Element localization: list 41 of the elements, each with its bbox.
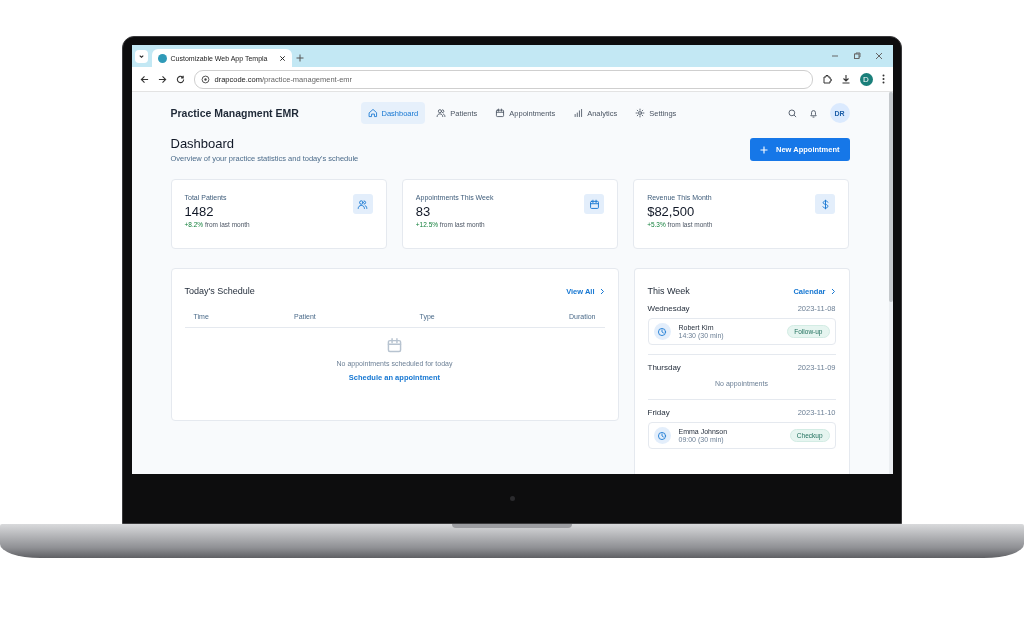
forward-arrow-icon[interactable] bbox=[157, 74, 167, 84]
chevron-down-icon bbox=[137, 53, 145, 60]
tab-list-button[interactable] bbox=[134, 50, 148, 63]
search-icon[interactable] bbox=[787, 108, 797, 118]
day-name: Wednesday bbox=[647, 304, 690, 313]
site-logo-icon bbox=[157, 53, 167, 63]
calendar-icon bbox=[588, 198, 600, 210]
chevron-right-icon bbox=[830, 287, 836, 295]
app-title: Practice Managment EMR bbox=[170, 107, 300, 119]
day-name: Thursday bbox=[647, 363, 681, 372]
card-title: Today's Schedule bbox=[184, 286, 255, 296]
bar-chart-icon bbox=[573, 108, 584, 118]
clock-icon bbox=[657, 326, 667, 337]
stat-value: 1482 bbox=[184, 204, 215, 219]
download-icon[interactable] bbox=[840, 74, 851, 84]
more-options-icon[interactable] bbox=[881, 74, 885, 84]
reload-icon[interactable] bbox=[175, 74, 185, 84]
home-icon bbox=[367, 108, 378, 118]
people-icon bbox=[357, 198, 369, 210]
profile-avatar[interactable]: D bbox=[859, 72, 873, 86]
page-heading: Dashboard bbox=[170, 136, 236, 152]
calendar-icon bbox=[495, 108, 506, 118]
dollar-icon bbox=[820, 198, 831, 210]
day-name: Friday bbox=[647, 408, 670, 417]
card-title: This Week bbox=[647, 286, 690, 296]
people-icon bbox=[436, 108, 447, 118]
scrollbar[interactable] bbox=[888, 92, 893, 474]
camera-dot bbox=[509, 496, 515, 501]
clock-icon bbox=[657, 430, 667, 441]
restore-icon[interactable] bbox=[852, 52, 861, 60]
bell-icon[interactable] bbox=[808, 108, 818, 118]
plus-icon bbox=[760, 145, 769, 154]
chevron-right-icon bbox=[599, 287, 605, 295]
site-info-icon bbox=[200, 74, 210, 84]
new-tab-icon[interactable] bbox=[295, 54, 304, 62]
settings-icon bbox=[635, 108, 646, 118]
back-arrow-icon[interactable] bbox=[139, 74, 149, 84]
calendar-icon bbox=[386, 337, 403, 354]
stat-value: $82,500 bbox=[647, 204, 696, 219]
close-icon[interactable] bbox=[278, 54, 286, 62]
stat-value: 83 bbox=[415, 204, 432, 219]
